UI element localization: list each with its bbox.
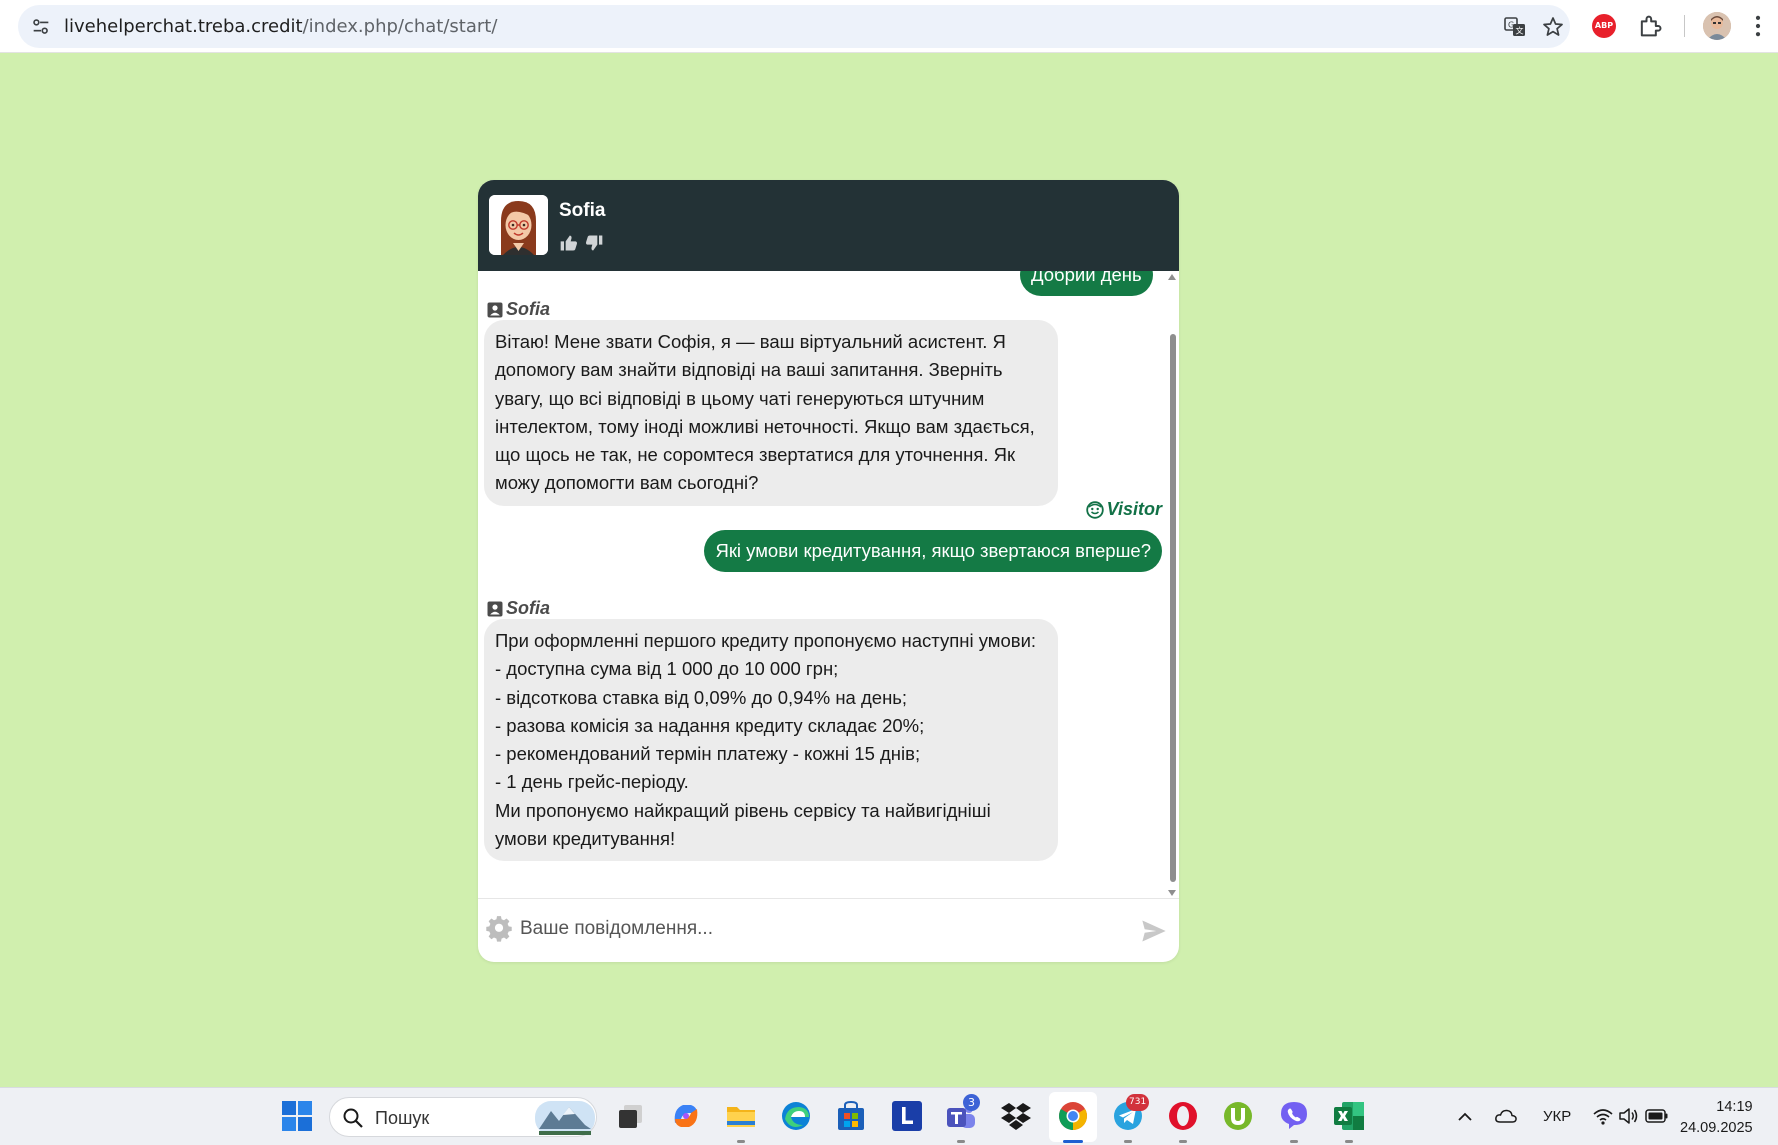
send-icon[interactable] — [1139, 917, 1169, 945]
operator-badge-icon — [487, 302, 503, 317]
running-indicator — [1290, 1140, 1298, 1143]
agent-message-label: Sofia — [487, 598, 550, 619]
visitor-message-bubble: Добрий день — [1020, 271, 1153, 296]
visitor-label-name: Visitor — [1106, 499, 1162, 519]
profile-avatar[interactable] — [1703, 12, 1731, 40]
clock-date: 24.09.2025 — [1680, 1120, 1753, 1136]
windows-start-icon[interactable] — [280, 1099, 314, 1133]
volume-icon[interactable] — [1618, 1106, 1640, 1126]
url-path: /index.php/chat/start/ — [302, 16, 498, 37]
translate-icon[interactable]: G 文 — [1503, 15, 1527, 39]
search-highlight-image-icon — [535, 1101, 595, 1135]
running-indicator-active — [1063, 1140, 1083, 1143]
running-indicator — [1345, 1140, 1353, 1143]
opera-icon[interactable] — [1166, 1099, 1200, 1133]
teams-notification-badge: 3 — [963, 1094, 980, 1111]
extensions-puzzle-icon[interactable] — [1636, 12, 1664, 40]
site-settings-icon[interactable] — [30, 16, 52, 38]
running-indicator — [737, 1140, 745, 1143]
toolbar-separator — [1684, 15, 1685, 37]
thumbs-up-icon[interactable] — [559, 233, 579, 253]
agent-message-bubble: При оформленні першого кредиту пропонуєм… — [484, 619, 1058, 862]
address-bar[interactable]: livehelperchat.treba.credit/index.php/ch… — [18, 5, 1570, 48]
thumbs-down-icon[interactable] — [584, 233, 604, 253]
file-explorer-icon[interactable] — [724, 1099, 758, 1133]
url-host: livehelperchat.treba.credit — [64, 16, 303, 37]
telegram-notification-badge: 731 — [1126, 1094, 1150, 1111]
search-icon — [343, 1108, 363, 1128]
message-input[interactable] — [520, 912, 1120, 946]
agent-label-name: Sofia — [506, 598, 551, 618]
wifi-icon[interactable] — [1592, 1106, 1614, 1126]
agent-message-bubble: Вітаю! Мене звати Софія, я — ваш віртуал… — [484, 320, 1058, 506]
show-hidden-icons-chevron-icon[interactable] — [1456, 1108, 1474, 1126]
scrollbar-thumb[interactable] — [1170, 334, 1176, 882]
message-list[interactable]: Добрий день Sofia Вітаю! Мене звати Софі… — [478, 271, 1179, 898]
running-indicator — [957, 1140, 965, 1143]
excel-icon[interactable] — [1332, 1099, 1366, 1133]
clock-time: 14:19 — [1716, 1099, 1753, 1115]
taskbar: Пошук 3 731 УКР 14:19 24.09.2025 — [0, 1087, 1778, 1145]
message-scrollbar[interactable] — [1168, 271, 1178, 898]
agent-message-label: Sofia — [487, 299, 550, 320]
agent-label-name: Sofia — [506, 299, 551, 319]
visitor-face-icon — [1085, 500, 1104, 519]
taskbar-search[interactable]: Пошук — [329, 1097, 597, 1137]
bookmark-star-icon[interactable] — [1541, 15, 1565, 39]
scroll-down-arrow-icon[interactable] — [1168, 890, 1176, 896]
input-language-indicator[interactable]: УКР — [1543, 1108, 1571, 1125]
task-view-icon[interactable] — [614, 1099, 648, 1133]
url-text[interactable]: livehelperchat.treba.credit/index.php/ch… — [64, 16, 497, 37]
dropbox-icon[interactable] — [999, 1099, 1033, 1133]
search-label: Пошук — [375, 1108, 430, 1128]
chat-header: Sofia — [478, 180, 1179, 271]
gear-icon[interactable] — [485, 915, 513, 943]
agent-avatar — [489, 195, 548, 255]
agent-avatar-icon — [489, 195, 548, 255]
operator-badge-icon — [487, 601, 503, 616]
browser-toolbar: livehelperchat.treba.credit/index.php/ch… — [0, 0, 1778, 53]
viber-icon[interactable] — [1277, 1099, 1311, 1133]
message-composer — [478, 898, 1179, 962]
chat-widget: Sofia Добрий день Sofia Вітаю! Мене зват… — [478, 180, 1179, 962]
adblock-extension-icon[interactable]: ABP — [1592, 14, 1616, 38]
edge-browser-icon[interactable] — [779, 1099, 813, 1133]
l-app-icon[interactable] — [890, 1099, 924, 1133]
svg-text:文: 文 — [1516, 26, 1524, 36]
system-clock[interactable]: 14:19 24.09.2025 — [1680, 1097, 1753, 1139]
agent-name: Sofia — [559, 200, 606, 221]
running-indicator — [1124, 1140, 1132, 1143]
battery-icon[interactable] — [1645, 1108, 1669, 1124]
onedrive-cloud-icon[interactable] — [1494, 1105, 1518, 1127]
utorrent-icon[interactable] — [1221, 1099, 1255, 1133]
visitor-message-bubble: Які умови кредитування, якщо звертаюся в… — [704, 530, 1162, 572]
copilot-icon[interactable] — [669, 1099, 703, 1133]
microsoft-store-icon[interactable] — [834, 1099, 868, 1133]
browser-menu-icon[interactable] — [1744, 12, 1772, 40]
scroll-up-arrow-icon[interactable] — [1168, 274, 1176, 280]
chrome-icon[interactable] — [1056, 1099, 1090, 1133]
profile-photo-icon — [1703, 12, 1731, 40]
running-indicator — [1179, 1140, 1187, 1143]
visitor-message-label: Visitor — [1085, 499, 1162, 520]
